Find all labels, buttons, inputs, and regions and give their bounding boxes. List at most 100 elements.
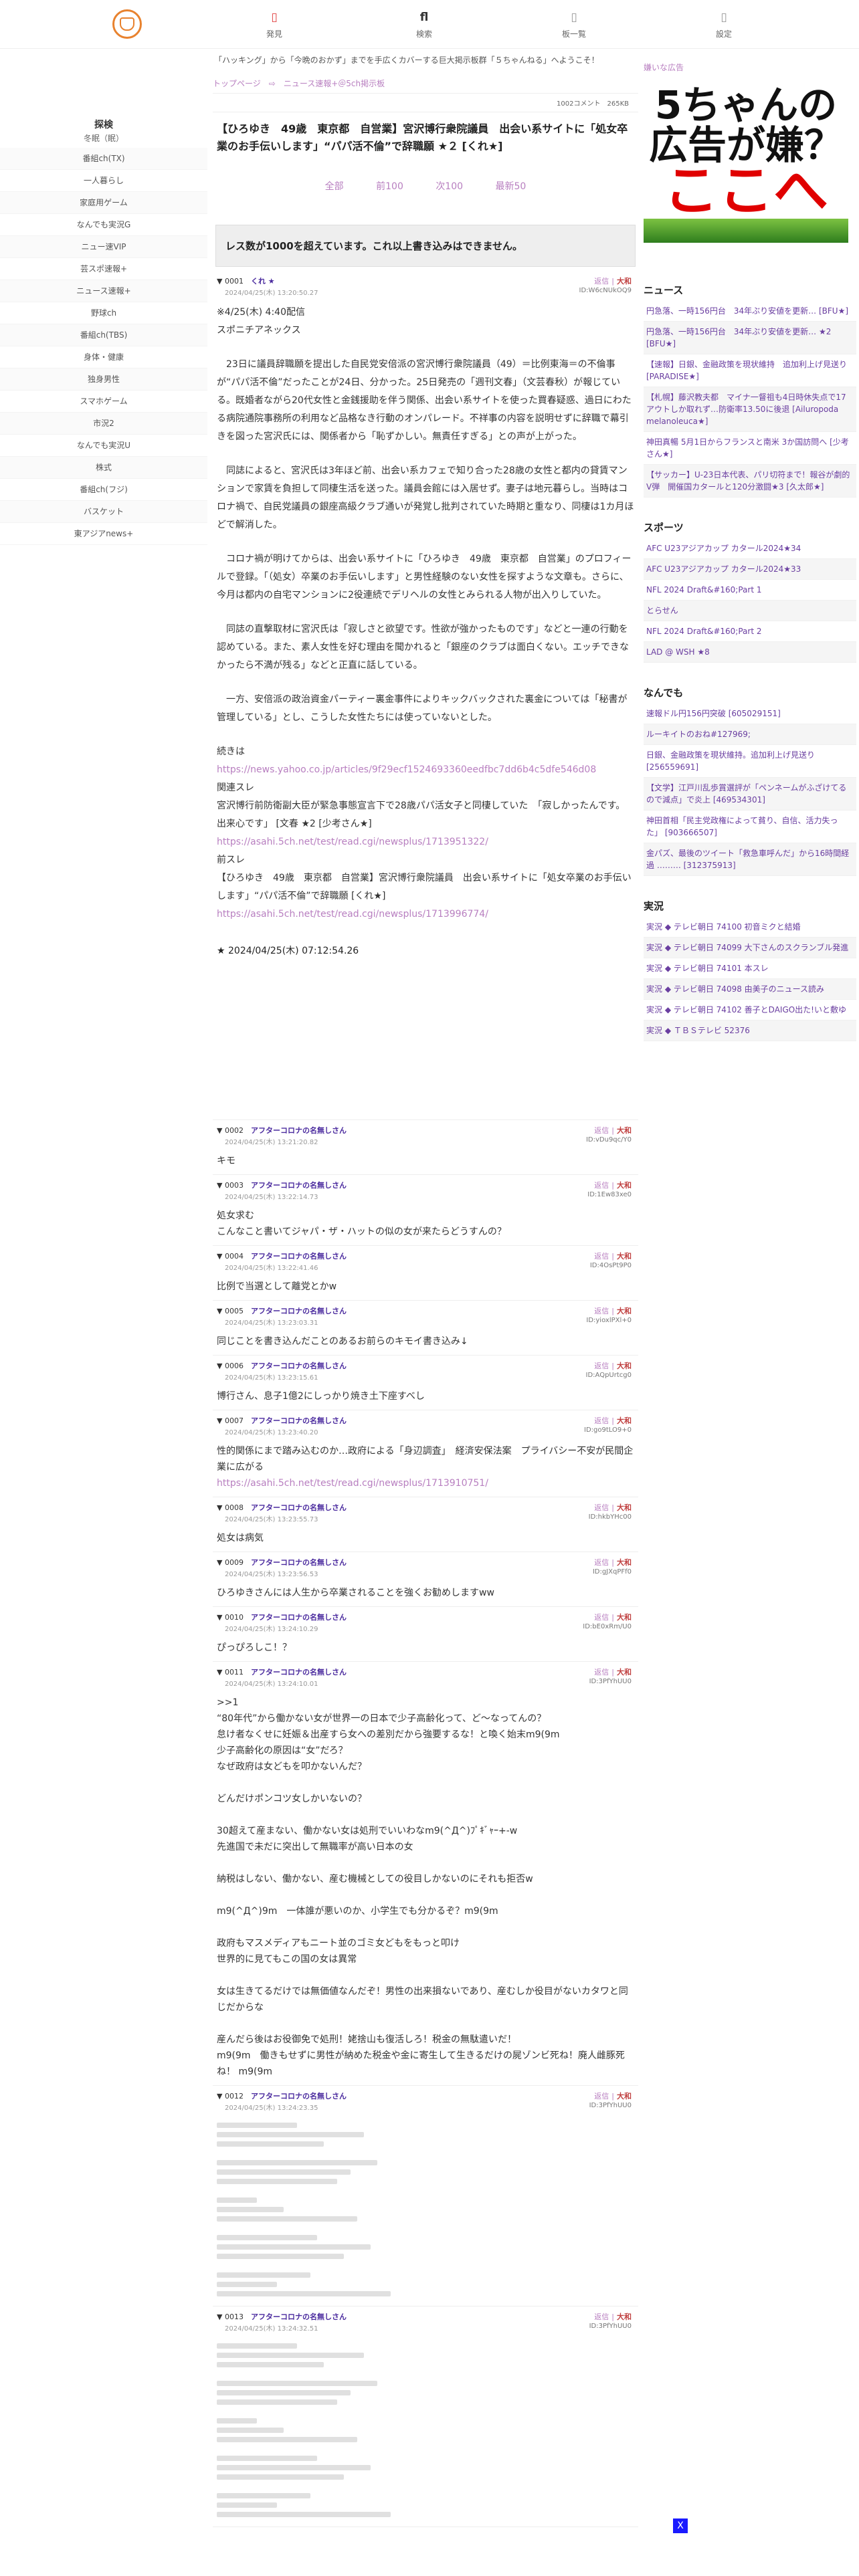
- post-id[interactable]: ID:bE0xRm/U0: [583, 1623, 632, 1630]
- post-number[interactable]: 0001: [225, 277, 244, 286]
- reply-link[interactable]: 返信: [594, 1503, 609, 1512]
- sidebar-item[interactable]: 独身男性: [0, 368, 207, 391]
- reply-link[interactable]: 返信: [594, 1558, 609, 1567]
- sidebar-item[interactable]: 番組ch(TX): [0, 148, 207, 170]
- sidebar-item[interactable]: バスケット: [0, 501, 207, 523]
- reply-link[interactable]: 返信: [594, 1362, 609, 1370]
- side-link[interactable]: NFL 2024 Draft&#160;Part 1: [644, 580, 856, 601]
- flag-link[interactable]: 大和: [617, 1613, 632, 1622]
- nav-settings[interactable]: ▯ 設定: [700, 11, 747, 39]
- sidebar-item[interactable]: 芸スポ速報+: [0, 258, 207, 280]
- advertisement-banner[interactable]: 5ちゃんの 広告が嫌？ ここへ: [644, 76, 848, 243]
- flag-link[interactable]: 大和: [617, 2313, 632, 2321]
- sidebar-item[interactable]: 家庭用ゲーム: [0, 192, 207, 214]
- sidebar-item[interactable]: 東アジアnews+: [0, 523, 207, 545]
- post-number[interactable]: 0013: [225, 2313, 244, 2321]
- post-id[interactable]: ID:yioxlPXl+0: [586, 1317, 632, 1324]
- post-id[interactable]: ID:go9tLO9+0: [584, 1426, 632, 1434]
- side-link[interactable]: 実況 ◆ テレビ朝日 74099 大下さんのスクランブル発進: [644, 938, 856, 958]
- post-id[interactable]: ID:gJXqPFf0: [593, 1568, 632, 1576]
- flag-link[interactable]: 大和: [617, 1558, 632, 1567]
- reply-link[interactable]: 返信: [594, 1252, 609, 1261]
- sidebar-item[interactable]: ニュー速VIP: [0, 236, 207, 258]
- sidebar-item[interactable]: なんでも実況G: [0, 214, 207, 236]
- reply-link[interactable]: 返信: [594, 277, 609, 286]
- post-number[interactable]: 0005: [225, 1307, 244, 1315]
- reply-link[interactable]: 返信: [594, 1181, 609, 1190]
- post-number[interactable]: 0009: [225, 1558, 244, 1567]
- flag-link[interactable]: 大和: [617, 277, 632, 286]
- side-link[interactable]: 実況 ◆ ＴＢＳテレビ 52376: [644, 1021, 856, 1041]
- ad-note[interactable]: 嫌いな広告: [644, 62, 856, 73]
- breadcrumb[interactable]: トップページ ⇨ ニュース速報+＠5ch掲示板: [213, 75, 638, 94]
- sidebar-item[interactable]: 一人暮らし: [0, 170, 207, 192]
- sidebar-item[interactable]: なんでも実況U: [0, 435, 207, 457]
- post-id[interactable]: ID:W6cNUkOQ9: [579, 287, 632, 294]
- post-number[interactable]: 0004: [225, 1252, 244, 1261]
- side-link[interactable]: 金パズ、最後のツイート「救急車呼んだ」から16時間経過 ……… [3123759…: [644, 843, 856, 876]
- reply-link[interactable]: 返信: [594, 1416, 609, 1425]
- post-number[interactable]: 0012: [225, 2092, 244, 2101]
- sidebar-item[interactable]: 市況2: [0, 413, 207, 435]
- flag-link[interactable]: 大和: [617, 1362, 632, 1370]
- sidebar-item[interactable]: 株式: [0, 457, 207, 479]
- reply-link[interactable]: 返信: [594, 1613, 609, 1622]
- side-link[interactable]: 神田真暢 5月1日からフランスと南米 3か国訪問へ [少考さん★]: [644, 432, 856, 465]
- flag-link[interactable]: 大和: [617, 1416, 632, 1425]
- side-link[interactable]: AFC U23アジアカップ カタール2024★33: [644, 559, 856, 580]
- nav-search[interactable]: fl 検索: [401, 11, 448, 39]
- flag-link[interactable]: 大和: [617, 1307, 632, 1315]
- side-link[interactable]: ルーキイトのおね#127969;: [644, 724, 856, 745]
- post-id[interactable]: ID:3PfYhUU0: [589, 2323, 632, 2330]
- post-id[interactable]: ID:3PfYhUU0: [589, 2102, 632, 2109]
- post-id[interactable]: ID:hkbYHc00: [589, 1513, 632, 1521]
- side-link[interactable]: 実況 ◆ テレビ朝日 74100 初音ミクと結婚: [644, 917, 856, 938]
- post-link[interactable]: https://asahi.5ch.net/test/read.cgi/news…: [217, 905, 634, 924]
- sidebar-item[interactable]: スマホゲーム: [0, 391, 207, 413]
- post-number[interactable]: 0010: [225, 1613, 244, 1622]
- side-link[interactable]: 神田首相「民主党政権によって貧り、自信、活力失った」 [903666507]: [644, 811, 856, 843]
- flag-link[interactable]: 大和: [617, 1668, 632, 1677]
- post-number[interactable]: 0002: [225, 1126, 244, 1135]
- reply-link[interactable]: 返信: [594, 1668, 609, 1677]
- side-link[interactable]: 日銀、金融政策を現状維持。追加利上げ見送り [256559691]: [644, 745, 856, 778]
- side-link[interactable]: NFL 2024 Draft&#160;Part 2: [644, 621, 856, 642]
- sidebar-item[interactable]: 身体・健康: [0, 346, 207, 368]
- sidebar-item[interactable]: 番組ch(フジ): [0, 479, 207, 501]
- side-link[interactable]: 実況 ◆ テレビ朝日 74102 善子とDAIGO出た!いと敷ゆ: [644, 1000, 856, 1021]
- post-number[interactable]: 0003: [225, 1181, 244, 1190]
- post-link[interactable]: https://asahi.5ch.net/test/read.cgi/news…: [217, 1475, 634, 1491]
- post-number[interactable]: 0011: [225, 1668, 244, 1677]
- flag-link[interactable]: 大和: [617, 1181, 632, 1190]
- side-link[interactable]: 速報ドル円156円突破 [605029151]: [644, 704, 856, 724]
- sidebar-item[interactable]: ニュース速報+: [0, 280, 207, 302]
- post-id[interactable]: ID:3PfYhUU0: [589, 1678, 632, 1685]
- reply-link[interactable]: 返信: [594, 1126, 609, 1135]
- flag-link[interactable]: 大和: [617, 1126, 632, 1135]
- sidebar-item[interactable]: 野球ch: [0, 302, 207, 324]
- post-number[interactable]: 0008: [225, 1503, 244, 1512]
- sidebar-item[interactable]: 番組ch(TBS): [0, 324, 207, 346]
- post-link[interactable]: https://asahi.5ch.net/test/read.cgi/news…: [217, 833, 634, 851]
- post-id[interactable]: ID:1Ew83xe0: [587, 1191, 632, 1198]
- side-link[interactable]: とらせん: [644, 601, 856, 621]
- reply-link[interactable]: 返信: [594, 1307, 609, 1315]
- pager-latest50-link[interactable]: 最新50: [496, 181, 527, 192]
- pager-all-link[interactable]: 全部: [325, 181, 344, 192]
- side-link[interactable]: AFC U23アジアカップ カタール2024★34: [644, 538, 856, 559]
- flag-link[interactable]: 大和: [617, 2092, 632, 2101]
- site-logo-icon[interactable]: [112, 9, 142, 39]
- post-link[interactable]: https://news.yahoo.co.jp/articles/9f29ec…: [217, 761, 634, 779]
- post-id[interactable]: ID:vDu9qc/Y0: [586, 1136, 632, 1144]
- close-icon[interactable]: X: [673, 2518, 688, 2533]
- side-link[interactable]: 【サッカー】U-23日本代表、パリ切符まで！報谷が劇的V弾 開催国カタールと12…: [644, 465, 856, 498]
- side-link[interactable]: 実況 ◆ テレビ朝日 74098 由美子のニュース読み: [644, 979, 856, 1000]
- side-link[interactable]: LAD @ WSH ★8: [644, 642, 856, 663]
- flag-link[interactable]: 大和: [617, 1252, 632, 1261]
- side-link[interactable]: 円急落、一時156円台 34年ぶり安値を更新… [BFU★]: [644, 301, 856, 322]
- side-link[interactable]: 円急落、一時156円台 34年ぶり安値を更新… ★2 [BFU★]: [644, 322, 856, 354]
- side-link[interactable]: 【文学】江戸川乱歩賞選評が「ペンネームがふざけてるので減点」で炎上 [46953…: [644, 778, 856, 811]
- side-link[interactable]: 【札幌】藤沢教夫都 マイナ一督祖も4日時休失点で17アウトしか取れず…防衛率13…: [644, 387, 856, 432]
- sidebar-subheading[interactable]: 冬眠（眠）: [0, 132, 207, 148]
- post-id[interactable]: ID:4OsPt9P0: [590, 1262, 632, 1269]
